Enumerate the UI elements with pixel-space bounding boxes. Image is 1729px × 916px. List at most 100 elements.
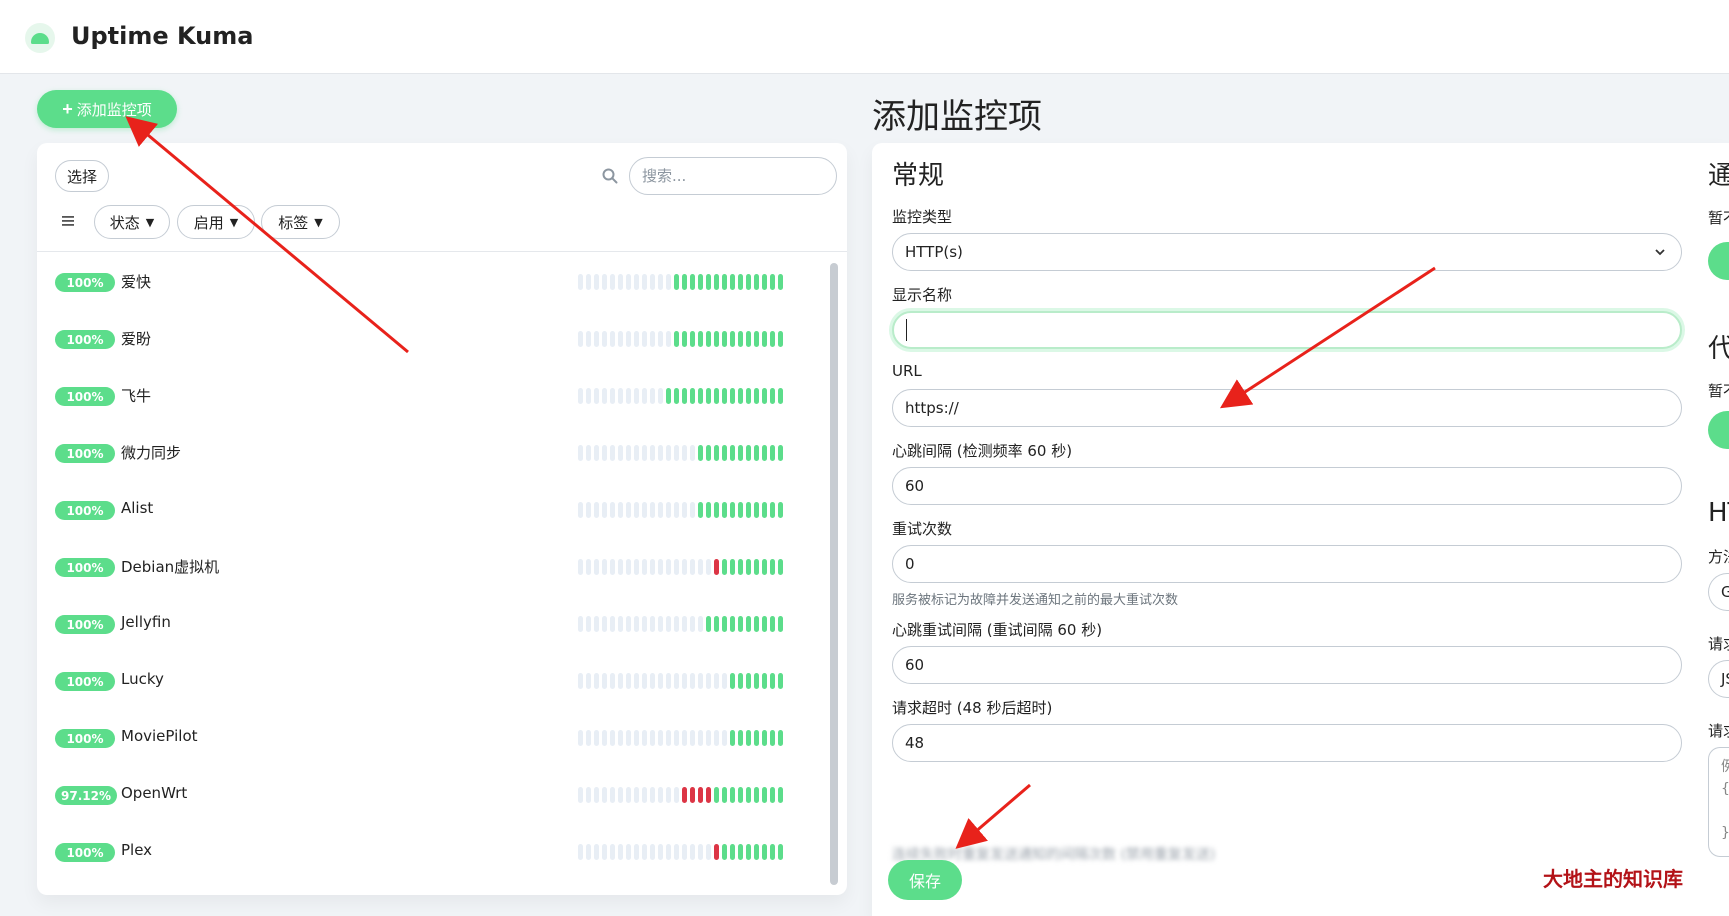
beat-up [762, 673, 767, 689]
beat-empty [594, 274, 599, 290]
url-input[interactable]: https:// [892, 389, 1682, 427]
save-button[interactable]: 保存 [888, 860, 962, 900]
monitor-type-select[interactable]: HTTP(s) [892, 233, 1682, 271]
beat-up [778, 502, 783, 518]
brand-name[interactable]: Uptime Kuma [71, 22, 253, 50]
beat-up [730, 844, 735, 860]
setup-proxy-button[interactable] [1708, 411, 1729, 449]
beat-up [674, 274, 679, 290]
beat-up [706, 388, 711, 404]
heartbeat-bar [578, 331, 783, 347]
beat-up [722, 559, 727, 575]
page-title: 添加监控项 [872, 97, 1042, 137]
list-scrollbar[interactable] [830, 263, 838, 885]
monitor-row[interactable]: 100% Alist [37, 481, 827, 538]
beat-empty [658, 331, 663, 347]
monitor-name: OpenWrt [121, 784, 188, 802]
add-monitor-button[interactable]: + 添加监控项 [37, 90, 177, 128]
beat-up [754, 616, 759, 632]
display-name-input[interactable] [892, 311, 1682, 349]
monitor-row[interactable]: 100% 微力同步 [37, 424, 827, 481]
beat-up [730, 388, 735, 404]
beat-up [778, 616, 783, 632]
filter-menu-icon[interactable] [61, 214, 75, 228]
monitor-row[interactable]: 100% 爱盼 [37, 310, 827, 367]
retries-label: 重试次数 [892, 520, 953, 538]
chevron-down-icon [1655, 249, 1665, 256]
beat-up [762, 388, 767, 404]
monitor-row[interactable]: 100% Debian虚拟机 [37, 538, 827, 595]
beat-empty [594, 844, 599, 860]
beat-empty [682, 616, 687, 632]
heartbeat-interval-input[interactable]: 60 [892, 467, 1682, 505]
body-encoding-select[interactable]: JS [1708, 660, 1729, 698]
select-button[interactable]: 选择 [55, 160, 109, 192]
monitor-row[interactable]: 100% 爱快 [37, 253, 827, 310]
beat-up [690, 331, 695, 347]
beat-empty [642, 559, 647, 575]
beat-empty [610, 673, 615, 689]
beat-up [746, 730, 751, 746]
timeout-label: 请求超时 (48 秒后超时) [892, 699, 1053, 717]
retry-interval-input[interactable]: 60 [892, 646, 1682, 684]
beat-empty [642, 445, 647, 461]
beat-empty [626, 844, 631, 860]
uptime-kuma-logo-icon[interactable] [24, 22, 56, 54]
beat-up [770, 787, 775, 803]
beat-up [714, 445, 719, 461]
beat-empty [610, 502, 615, 518]
beat-empty [586, 445, 591, 461]
monitor-type-label: 监控类型 [892, 208, 953, 226]
monitor-row[interactable]: 100% Lucky [37, 652, 827, 709]
beat-empty [626, 445, 631, 461]
beat-up [730, 559, 735, 575]
monitor-row[interactable]: 100% Plex [37, 823, 827, 880]
retry-interval-label: 心跳重试间隔 (重试间隔 60 秒) [892, 621, 1103, 639]
filter-tags[interactable]: 标签 ▼ [261, 205, 340, 239]
beat-empty [626, 388, 631, 404]
beat-empty [618, 388, 623, 404]
beat-up [722, 616, 727, 632]
beat-up [698, 502, 703, 518]
beat-empty [578, 388, 583, 404]
plus-icon: + [62, 98, 73, 119]
beat-up [730, 445, 735, 461]
beat-empty [650, 844, 655, 860]
beat-up [714, 787, 719, 803]
filter-status[interactable]: 状态 ▼ [94, 205, 170, 239]
retries-input[interactable]: 0 [892, 545, 1682, 583]
beat-up [690, 388, 695, 404]
beat-empty [642, 730, 647, 746]
beat-empty [698, 844, 703, 860]
beat-up [754, 388, 759, 404]
monitor-row[interactable]: 100% Jellyfin [37, 595, 827, 652]
beat-up [722, 445, 727, 461]
beat-empty [578, 331, 583, 347]
beat-up [730, 787, 735, 803]
beat-empty [658, 787, 663, 803]
monitor-row[interactable]: 97.12% OpenWrt [37, 766, 827, 823]
method-select[interactable]: GE [1708, 573, 1729, 611]
beat-up [778, 730, 783, 746]
beat-up [746, 445, 751, 461]
beat-up [762, 445, 767, 461]
beat-empty [674, 445, 679, 461]
heartbeat-bar [578, 673, 783, 689]
beat-empty [682, 559, 687, 575]
beat-empty [578, 673, 583, 689]
timeout-input[interactable]: 48 [892, 724, 1682, 762]
body-textarea[interactable]: 例 { } [1708, 747, 1729, 857]
beat-up [746, 331, 751, 347]
search-input[interactable] [629, 157, 837, 195]
beat-up [770, 844, 775, 860]
monitor-row[interactable]: 100% 飞牛 [37, 367, 827, 424]
beat-up [746, 502, 751, 518]
monitor-row[interactable]: 100% MoviePilot [37, 709, 827, 766]
setup-notification-button[interactable] [1708, 242, 1729, 280]
beat-empty [578, 559, 583, 575]
uptime-badge: 100% [55, 558, 115, 577]
beat-empty [674, 844, 679, 860]
filter-active[interactable]: 启用 ▼ [177, 205, 255, 239]
beat-empty [594, 730, 599, 746]
beat-empty [626, 502, 631, 518]
